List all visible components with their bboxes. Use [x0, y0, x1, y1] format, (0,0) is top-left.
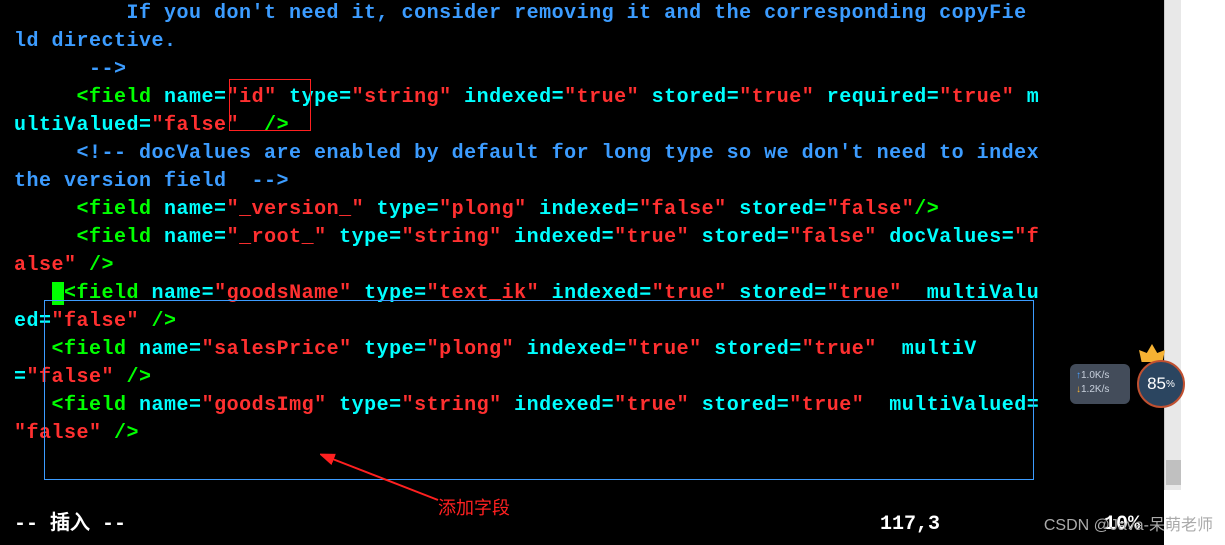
field-goodsimg-wrap: "false" /> — [14, 420, 1150, 448]
annotation-arrow-icon — [320, 450, 450, 505]
vertical-scrollbar[interactable] — [1164, 0, 1181, 490]
cursor — [52, 282, 65, 305]
field-salesprice-line: <field name="salesPrice" type="plong" in… — [14, 336, 1150, 364]
scrollbar-thumb[interactable] — [1166, 460, 1181, 485]
field-root-wrap: alse" /> — [14, 252, 1150, 280]
badge-value: 85 — [1147, 374, 1166, 394]
field-goodsname-line: <field name="goodsName" type="text_ik" i… — [14, 280, 1150, 308]
badge-unit: % — [1166, 379, 1175, 390]
terminal-editor[interactable]: If you don't need it, consider removing … — [0, 0, 1164, 545]
upload-speed: 1.0K/s — [1076, 369, 1124, 383]
field-id-wrap: ultiValued="false" /> — [14, 112, 1150, 140]
comment-end: --> — [14, 58, 127, 81]
comment-text: ld directive. — [14, 30, 177, 53]
comment-docvalues: <!-- docValues are enabled by default fo… — [14, 142, 1052, 165]
field-id-line: <field name="id" type="string" indexed="… — [14, 84, 1150, 112]
vim-mode: -- 插入 -- — [14, 513, 126, 536]
field-root-line: <field name="_root_" type="string" index… — [14, 224, 1150, 252]
csdn-watermark: CSDN @Java-呆萌老师 — [1044, 511, 1213, 535]
field-goodsname-wrap: ed="false" /> — [14, 308, 1150, 336]
field-salesprice-wrap: ="false" /> — [14, 364, 1150, 392]
vim-cursor-position: 117,3 — [880, 511, 940, 539]
download-speed: 1.2K/s — [1076, 383, 1124, 397]
percent-badge[interactable]: 85% — [1137, 360, 1185, 408]
comment-docvalues-wrap: the version field --> — [14, 170, 289, 193]
right-gutter — [1181, 0, 1225, 545]
network-speed-widget[interactable]: 1.0K/s 1.2K/s — [1070, 364, 1130, 404]
vim-status-bar: -- 插入 -- 117,3 10% — [14, 511, 1150, 539]
field-version-line: <field name="_version_" type="plong" ind… — [14, 196, 1150, 224]
comment-text: If you don't need it, consider removing … — [14, 2, 1027, 25]
field-goodsimg-line: <field name="goodsImg" type="string" ind… — [14, 392, 1150, 420]
